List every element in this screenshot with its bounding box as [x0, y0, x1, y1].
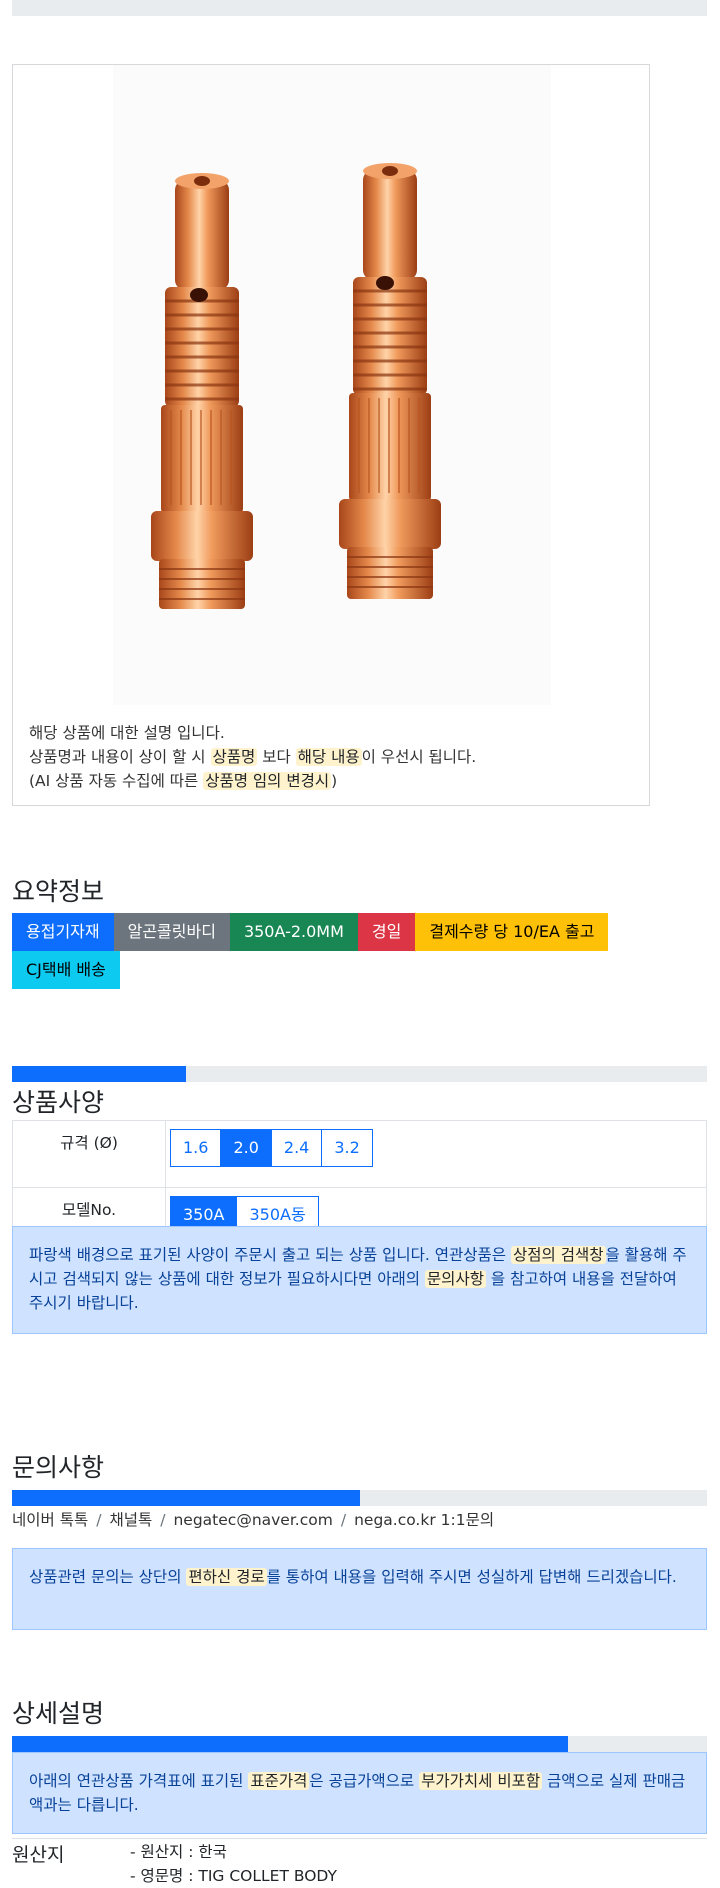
text: 은 공급가액으로 — [309, 1772, 420, 1790]
origin-label: 원산지 — [12, 1844, 65, 1866]
highlight-product-name: 상품명 — [210, 748, 258, 766]
spec-label-size: 규격 (Ø) — [12, 1120, 166, 1188]
contact-channels: 네이버 톡톡 / 채널톡 / negatec@naver.com / nega.co.kr … — [12, 1508, 494, 1530]
text: 상품관련 문의는 상단의 — [29, 1568, 187, 1586]
badge-spec: 350A-2.0MM — [229, 913, 358, 951]
text: 이 우선시 됩니다. — [361, 748, 477, 766]
channel-channeltalk[interactable]: 채널톡 — [109, 1511, 152, 1529]
origin-divider — [12, 1838, 707, 1839]
origin-english-name: - 영문명 : TIG COLLET BODY — [130, 1867, 337, 1885]
highlight-search: 상점의 검색창 — [511, 1246, 606, 1264]
description-line-1: 해당 상품에 대한 설명 입니다. — [29, 724, 225, 742]
size-option-group: 1.6 2.0 2.4 3.2 — [170, 1129, 373, 1167]
badge-brand: 경일 — [357, 913, 416, 951]
collet-body-left — [151, 173, 253, 609]
collet-body-image — [151, 163, 441, 609]
size-option-3-2[interactable]: 3.2 — [321, 1129, 373, 1167]
detail-notice: 아래의 연관상품 가격표에 표기된 표준가격 은 공급가액으로 부가가치세 비포함… — [12, 1752, 707, 1834]
specs-title: 상품사양 — [12, 1088, 105, 1117]
text: 를 통하여 내용을 입력해 주시면 성실하게 답변해 드리겠습니다. — [266, 1568, 677, 1586]
text: 상품명과 내용이 상이 할 시 — [29, 748, 211, 766]
size-option-2-0[interactable]: 2.0 — [220, 1129, 272, 1167]
spec-row-size: 규격 (Ø) 1.6 2.0 2.4 3.2 — [12, 1120, 707, 1188]
highlight-convenient-route: 편하신 경로 — [186, 1568, 267, 1586]
collet-body-right — [339, 163, 441, 599]
badge-quantity: 결제수량 당 10/EA 출고 — [415, 913, 609, 951]
highlight-vat-excluded: 부가가치세 비포함 — [419, 1772, 543, 1790]
product-image-card: 해당 상품에 대한 설명 입니다. 상품명과 내용이 상이 할 시 상품명 보다… — [12, 64, 650, 806]
inquiry-progress-fill — [12, 1490, 360, 1506]
text: ) — [331, 772, 338, 790]
description-line-3: (AI 상품 자동 수집에 따른 상품명 임의 변경시) — [29, 769, 476, 793]
inquiry-progress — [12, 1490, 707, 1506]
text: (AI 상품 자동 수집에 따른 — [29, 772, 204, 790]
channel-naver-talk[interactable]: 네이버 톡톡 — [12, 1511, 88, 1529]
separator: / — [96, 1511, 102, 1529]
highlight-standard-price: 표준가격 — [248, 1772, 310, 1790]
size-option-1-6[interactable]: 1.6 — [170, 1129, 222, 1167]
detail-progress-fill — [12, 1736, 568, 1752]
origin-values: - 원산지 : 한국 - 영문명 : TIG COLLET BODY — [130, 1840, 337, 1888]
highlight-inquiry: 문의사항 — [424, 1270, 486, 1288]
detail-progress — [12, 1736, 707, 1752]
description-line-2: 상품명과 내용이 상이 할 시 상품명 보다 해당 내용 이 우선시 됩니다. — [29, 745, 476, 769]
origin-country: - 원산지 : 한국 — [130, 1843, 227, 1861]
highlight-content: 해당 내용 — [295, 748, 362, 766]
badge-category: 용접기자재 — [12, 913, 114, 951]
detail-title: 상세설명 — [12, 1699, 105, 1728]
text: 파랑색 배경으로 표기된 사양이 주문시 출고 되는 상품 입니다. 연관상품은 — [29, 1246, 511, 1264]
text: 아래의 연관상품 가격표에 표기된 — [29, 1772, 249, 1790]
badge-shipping: CJ택배 배송 — [12, 951, 120, 989]
top-progress-bar — [12, 0, 707, 16]
spec-options-size: 1.6 2.0 2.4 3.2 — [165, 1120, 707, 1188]
specs-progress-fill — [12, 1066, 186, 1082]
specs-notice: 파랑색 배경으로 표기된 사양이 주문시 출고 되는 상품 입니다. 연관상품은… — [12, 1226, 707, 1334]
product-photo — [113, 65, 551, 705]
summary-title: 요약정보 — [12, 877, 105, 906]
inquiry-notice: 상품관련 문의는 상단의 편하신 경로 를 통하여 내용을 입력해 주시면 성실하… — [12, 1548, 707, 1630]
highlight-name-change: 상품명 임의 변경시 — [203, 772, 332, 790]
channel-site-inquiry[interactable]: nega.co.kr 1:1문의 — [354, 1511, 494, 1529]
text: 보다 — [257, 748, 296, 766]
inquiry-title: 문의사항 — [12, 1453, 105, 1482]
separator: / — [340, 1511, 347, 1529]
badge-product-type: 알곤콜릿바디 — [113, 913, 230, 951]
channel-email[interactable]: negatec@naver.com — [173, 1511, 332, 1529]
summary-badges: 용접기자재 알곤콜릿바디 350A-2.0MM 경일 결제수량 당 10/EA … — [12, 913, 712, 989]
size-option-2-4[interactable]: 2.4 — [270, 1129, 323, 1167]
product-description: 해당 상품에 대한 설명 입니다. 상품명과 내용이 상이 할 시 상품명 보다… — [29, 721, 476, 793]
specs-progress — [12, 1066, 707, 1082]
separator: / — [160, 1511, 166, 1529]
